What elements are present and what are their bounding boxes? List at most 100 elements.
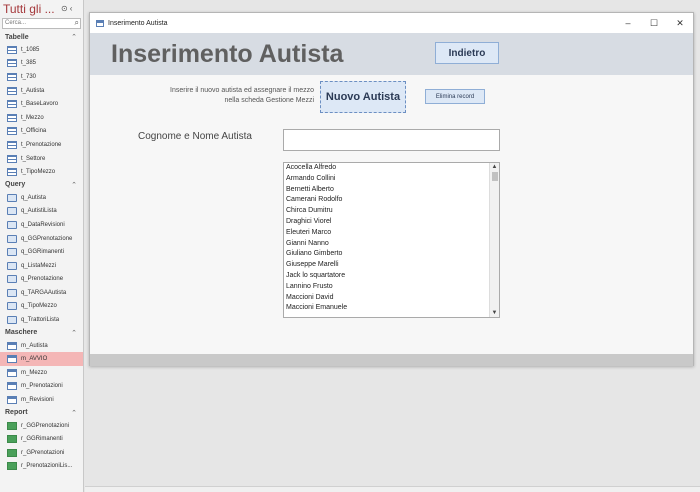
nav-item[interactable]: q_DataRevisioni [0, 218, 83, 232]
nav-item-label: q_Autista [21, 194, 47, 201]
form-icon [7, 382, 17, 391]
nav-item-label: q_GGPrenotazione [21, 235, 73, 242]
nav-item[interactable]: q_Autista [0, 191, 83, 205]
scroll-down-icon[interactable]: ▼ [490, 309, 499, 317]
list-item[interactable]: Camerani Rodolfo [284, 195, 499, 206]
nav-item[interactable]: q_GGRimanenti [0, 245, 83, 259]
nav-item-label: t_Prenotazione [21, 141, 62, 148]
nav-item-label: m_Revisioni [21, 397, 54, 404]
nav-item-label: t_BaseLavoro [21, 101, 59, 108]
new-driver-button[interactable]: Nuovo Autista [320, 81, 406, 113]
hint-text: Inserire il nuovo autista ed assegnare i… [170, 87, 314, 104]
nav-search-input[interactable]: Cerca... ⌕ [2, 18, 81, 29]
close-icon[interactable]: ✕ [667, 18, 693, 29]
nav-menu-icon[interactable]: ⊙ [61, 4, 68, 13]
maximize-icon[interactable]: ☐ [641, 18, 667, 29]
nav-item-label: t_730 [21, 73, 37, 80]
nav-title[interactable]: Tutti gli ... [3, 2, 59, 16]
table-icon [7, 45, 17, 54]
nav-item-label: t_Mezzo [21, 114, 44, 121]
list-item[interactable]: Giuseppe Marelli [284, 260, 499, 271]
list-item[interactable]: Armando Collini [284, 174, 499, 185]
nav-collapse-icon[interactable]: ‹ [70, 4, 73, 13]
query-icon [7, 316, 17, 325]
delete-record-button[interactable]: Elimina record [425, 89, 485, 104]
nav-item[interactable]: q_TARGAAutista [0, 286, 83, 300]
nav-item[interactable]: t_Autista [0, 84, 83, 98]
nav-item[interactable]: t_Prenotazione [0, 138, 83, 152]
query-icon [7, 261, 17, 270]
nav-item[interactable]: q_TipoMezzo [0, 300, 83, 314]
list-item[interactable]: Giuliano Gimberto [284, 249, 499, 260]
nav-header: Tutti gli ... ⊙ ‹ [0, 0, 83, 17]
nav-item-label: m_Prenotazioni [21, 383, 63, 390]
query-icon [7, 207, 17, 216]
list-item[interactable]: Eleuteri Marco [284, 228, 499, 239]
back-button[interactable]: Indietro [435, 42, 499, 64]
nav-item[interactable]: m_Mezzo [0, 366, 83, 380]
nav-item-label: t_Autista [21, 87, 45, 94]
nav-item[interactable]: m_AVVIO [0, 352, 83, 367]
nav-item[interactable]: t_Officina [0, 125, 83, 139]
list-item[interactable]: Draghici Viorel [284, 217, 499, 228]
form-window: Inserimento Autista – ☐ ✕ Inserimento Au… [89, 12, 694, 366]
nav-group-header[interactable]: Tabelle ⌃ [0, 31, 83, 43]
nav-item-label: m_Autista [21, 342, 48, 349]
query-icon [7, 275, 17, 284]
nav-item[interactable]: m_Prenotazioni [0, 380, 83, 394]
nav-item-label: q_AutistiLista [21, 208, 57, 215]
table-icon [7, 140, 17, 149]
list-item[interactable]: Acocella Alfredo [284, 163, 499, 174]
nav-item[interactable]: r_GGRimanenti [0, 432, 83, 446]
nav-item[interactable]: t_Mezzo [0, 111, 83, 125]
nav-item[interactable]: r_GGPrenotazioni [0, 419, 83, 433]
list-item[interactable]: Lannino Frusto [284, 282, 499, 293]
nav-item[interactable]: r_PrenotazioniLis... [0, 460, 83, 474]
list-item[interactable]: Gianni Nanno [284, 239, 499, 250]
nav-item[interactable]: m_Revisioni [0, 393, 83, 407]
list-item[interactable]: Bernetti Alberto [284, 185, 499, 196]
driver-list[interactable]: Acocella Alfredo Armando Collini Bernetti … [283, 162, 500, 318]
nav-group-header[interactable]: Maschere ⌃ [0, 327, 83, 339]
nav-item[interactable]: t_730 [0, 70, 83, 84]
table-icon [7, 72, 17, 81]
chevron-up-icon[interactable]: ⌃ [71, 33, 77, 41]
query-icon [7, 302, 17, 311]
table-icon [7, 59, 17, 68]
nav-item[interactable]: t_BaseLavoro [0, 97, 83, 111]
list-scrollbar[interactable]: ▲ ▼ [489, 163, 499, 317]
nav-item[interactable]: q_GGPrenotazione [0, 232, 83, 246]
nav-item[interactable]: m_Autista [0, 339, 83, 353]
nav-item[interactable]: q_AutistiLista [0, 205, 83, 219]
list-item[interactable]: Maccioni Emanuele [284, 303, 499, 314]
chevron-up-icon[interactable]: ⌃ [71, 181, 77, 189]
scroll-up-icon[interactable]: ▲ [490, 163, 499, 171]
nav-item[interactable]: t_1085 [0, 43, 83, 57]
list-item[interactable]: Chirca Dumitru [284, 206, 499, 217]
scroll-thumb[interactable] [492, 172, 498, 181]
table-icon [7, 154, 17, 163]
form-icon [7, 368, 17, 377]
navigation-pane: Tutti gli ... ⊙ ‹ Cerca... ⌕ Tabelle ⌃ t_1… [0, 0, 84, 492]
nav-item[interactable]: q_Prenotazione [0, 273, 83, 287]
nav-item[interactable]: t_385 [0, 57, 83, 71]
chevron-up-icon[interactable]: ⌃ [71, 329, 77, 337]
nav-item[interactable]: q_TrattoriLista [0, 313, 83, 327]
list-item[interactable]: Maccioni David [284, 293, 499, 304]
chevron-up-icon[interactable]: ⌃ [71, 409, 77, 417]
nav-group-label: Tabelle [5, 33, 29, 41]
nav-group-header[interactable]: Query ⌃ [0, 179, 83, 191]
horizontal-scrollbar[interactable] [85, 486, 700, 492]
nav-item[interactable]: q_ListaMezzi [0, 259, 83, 273]
nav-group-header[interactable]: Report ⌃ [0, 407, 83, 419]
search-icon[interactable]: ⌕ [75, 18, 79, 27]
nav-item[interactable]: r_GPrenotazioni [0, 446, 83, 460]
nav-groups: Tabelle ⌃ t_1085 t_385 t_730 t_Autista t_BaseL… [0, 31, 83, 473]
nav-item[interactable]: t_Settore [0, 152, 83, 166]
nav-item-label: t_TipoMezzo [21, 169, 56, 176]
minimize-icon[interactable]: – [615, 18, 641, 29]
name-input[interactable] [283, 129, 500, 151]
list-item[interactable]: Jack lo squartatore [284, 271, 499, 282]
nav-item-label: q_TrattoriLista [21, 317, 60, 324]
nav-item[interactable]: t_TipoMezzo [0, 165, 83, 179]
